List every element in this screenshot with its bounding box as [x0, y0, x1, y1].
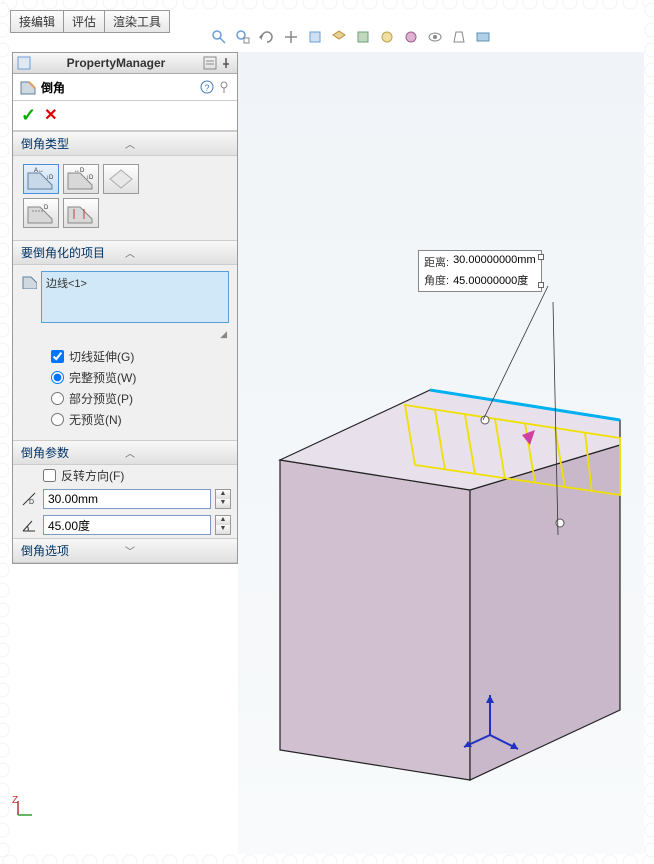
angle-icon — [19, 515, 39, 535]
zoom-icon[interactable] — [210, 28, 228, 46]
chamfer-type-section: 倒角类型 ︿ A↔↕D ↔D↕D D — [13, 131, 237, 240]
chamfer-type-vertex[interactable] — [103, 164, 139, 194]
no-preview-option[interactable]: 无预览(N) — [21, 409, 229, 430]
ribbon-tabs: 接编辑 评估 渲染工具 — [10, 10, 169, 33]
hide-show-icon[interactable] — [426, 28, 444, 46]
property-manager-panel: PropertyManager 倒角 ? ✓ ✕ 倒角类型 ︿ A↔↕D ↔D↕… — [12, 52, 238, 564]
chamfer-type-angle-distance[interactable]: A↔↕D — [23, 164, 59, 194]
tab-evaluate[interactable]: 评估 — [63, 10, 105, 33]
appearance-icon[interactable] — [402, 28, 420, 46]
ok-cancel-row: ✓ ✕ — [13, 101, 237, 131]
chevron-up-icon: ︿ — [125, 245, 229, 260]
model-side-face[interactable] — [470, 445, 620, 780]
tangent-propagation-option[interactable]: 切线延伸(G) — [21, 346, 229, 367]
distance-icon: D — [19, 489, 39, 509]
panel-expand-icon[interactable] — [203, 56, 217, 70]
edge-item[interactable]: 边线<1> — [46, 275, 224, 291]
perspective-icon[interactable] — [450, 28, 468, 46]
distance-input[interactable] — [43, 489, 211, 509]
help-icon[interactable]: ? — [200, 80, 214, 94]
axis-indicator: Z — [14, 797, 36, 824]
feature-title-row: 倒角 ? — [13, 74, 237, 101]
callout-distance-label: 距离: — [424, 254, 449, 270]
tangent-propagation-checkbox[interactable] — [51, 350, 64, 363]
callout-distance-value[interactable]: 30.00000000mm — [453, 254, 536, 270]
flip-direction-checkbox[interactable] — [43, 469, 56, 482]
panel-header: PropertyManager — [13, 53, 237, 74]
items-header[interactable]: 要倒角化的项目 ︿ — [13, 240, 237, 265]
spin-down-icon[interactable]: ▼ — [216, 525, 230, 534]
svg-text:?: ? — [204, 83, 209, 93]
callout-angle-value[interactable]: 45.00000000度 — [453, 272, 528, 288]
options-section: 倒角选项 ﹀ — [13, 538, 237, 563]
svg-text:A↔: A↔ — [34, 168, 44, 174]
pan-icon[interactable] — [282, 28, 300, 46]
edge-list[interactable]: 边线<1> — [41, 271, 229, 323]
flip-direction-option[interactable]: 反转方向(F) — [13, 465, 237, 486]
chamfer-icon — [19, 78, 37, 96]
svg-text:↔D: ↔D — [74, 168, 85, 174]
svg-text:↕D: ↕D — [86, 175, 94, 181]
svg-text:↕D: ↕D — [46, 175, 54, 181]
cancel-button[interactable]: ✕ — [44, 105, 57, 126]
chevron-up-icon: ︿ — [125, 136, 229, 151]
edge-select-icon[interactable] — [21, 273, 37, 289]
section-icon[interactable] — [354, 28, 372, 46]
distance-row: D ▲▼ — [13, 486, 237, 512]
pushpin-icon[interactable] — [219, 56, 233, 70]
spin-up-icon[interactable]: ▲ — [216, 490, 230, 499]
tab-edit[interactable]: 接编辑 — [10, 10, 64, 33]
handle-icon[interactable] — [556, 519, 564, 527]
options-header[interactable]: 倒角选项 ﹀ — [13, 538, 237, 563]
full-preview-option[interactable]: 完整预览(W) — [21, 367, 229, 388]
callout-handle-icon[interactable] — [538, 254, 544, 260]
partial-preview-option[interactable]: 部分预览(P) — [21, 388, 229, 409]
tab-render[interactable]: 渲染工具 — [104, 10, 170, 33]
spin-down-icon[interactable]: ▼ — [216, 499, 230, 508]
model-3d[interactable] — [260, 270, 640, 790]
chamfer-type-offset-face[interactable]: D — [23, 198, 59, 228]
resize-grip-icon[interactable]: ◢ — [21, 329, 227, 340]
params-section: 倒角参数 ︿ 反转方向(F) D ▲▼ ▲▼ — [13, 440, 237, 538]
chevron-down-icon: ﹀ — [125, 543, 229, 558]
model-front-face[interactable] — [280, 460, 470, 780]
rotate-icon[interactable] — [258, 28, 276, 46]
no-preview-radio[interactable] — [51, 413, 64, 426]
pin-icon[interactable] — [217, 80, 231, 94]
panel-icon — [17, 56, 31, 70]
ok-button[interactable]: ✓ — [21, 105, 36, 126]
chevron-up-icon: ︿ — [125, 445, 229, 460]
zoom-area-icon[interactable] — [234, 28, 252, 46]
angle-input[interactable] — [43, 515, 211, 535]
feature-name: 倒角 — [41, 79, 197, 96]
handle-icon[interactable] — [481, 416, 489, 424]
items-section: 要倒角化的项目 ︿ 边线<1> ◢ 切线延伸(G) 完整预览(W) 部分预览(P… — [13, 240, 237, 440]
scene-icon[interactable] — [378, 28, 396, 46]
view-toolbar — [210, 28, 492, 46]
full-preview-radio[interactable] — [51, 371, 64, 384]
apply-scene-icon[interactable] — [474, 28, 492, 46]
partial-preview-radio[interactable] — [51, 392, 64, 405]
distance-spinner[interactable]: ▲▼ — [215, 489, 231, 509]
callout-angle-label: 角度: — [424, 272, 449, 288]
svg-text:D: D — [44, 205, 49, 211]
chamfer-type-face-face[interactable] — [63, 198, 99, 228]
svg-text:D: D — [29, 499, 34, 506]
dimension-callout[interactable]: 距离: 30.00000000mm 角度: 45.00000000度 — [418, 250, 542, 292]
callout-handle-icon[interactable] — [538, 282, 544, 288]
panel-title: PropertyManager — [31, 56, 201, 70]
angle-row: ▲▼ — [13, 512, 237, 538]
view-orient-icon[interactable] — [306, 28, 324, 46]
display-style-icon[interactable] — [330, 28, 348, 46]
angle-spinner[interactable]: ▲▼ — [215, 515, 231, 535]
chamfer-type-header[interactable]: 倒角类型 ︿ — [13, 131, 237, 156]
chamfer-type-distance-distance[interactable]: ↔D↕D — [63, 164, 99, 194]
params-header[interactable]: 倒角参数 ︿ — [13, 440, 237, 465]
spin-up-icon[interactable]: ▲ — [216, 516, 230, 525]
